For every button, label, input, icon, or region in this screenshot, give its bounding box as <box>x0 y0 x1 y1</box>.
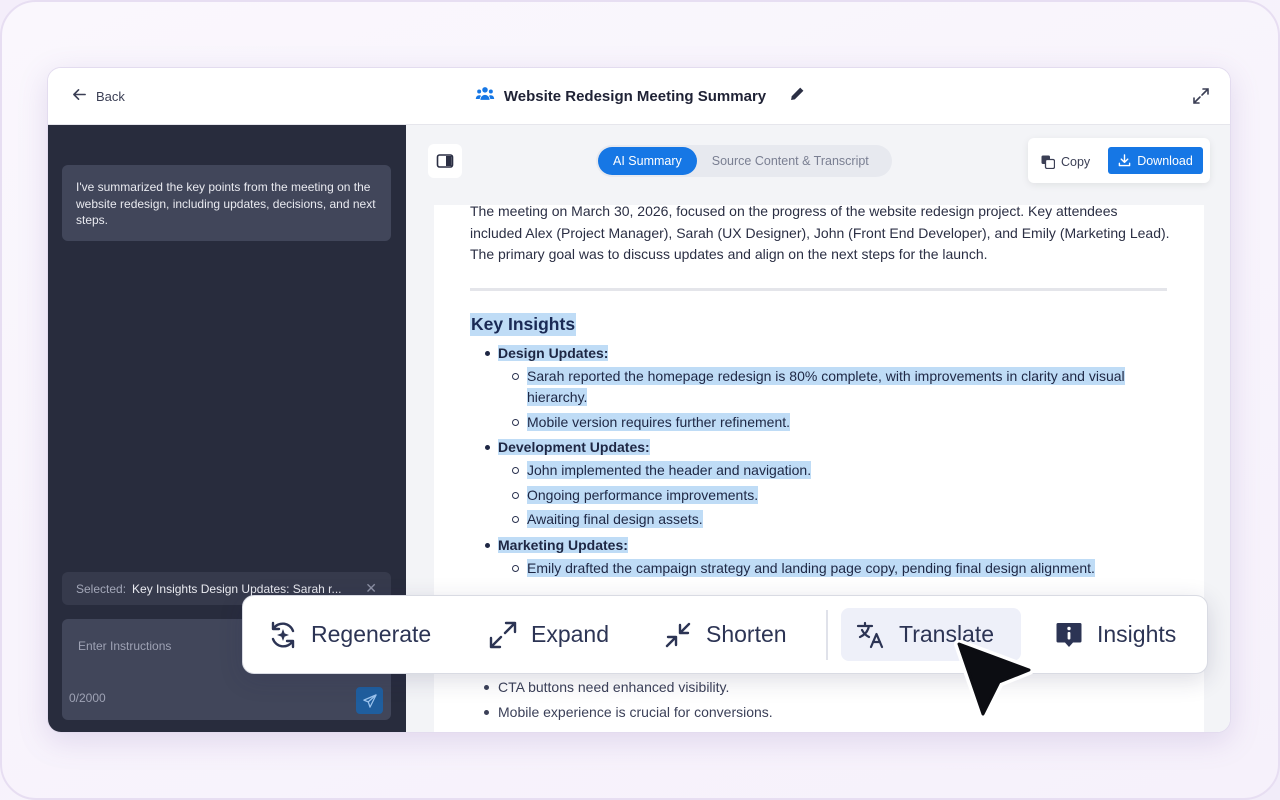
title-area: Website Redesign Meeting Summary <box>48 84 1230 109</box>
intro-paragraph: The meeting on March 30, 2026, focused o… <box>470 205 1170 262</box>
char-counter: 0/2000 <box>69 691 106 705</box>
list-item: Mobile version requires further refineme… <box>498 412 1170 434</box>
section-heading: Key Insights <box>470 312 577 336</box>
list-item: Sarah reported the homepage redesign is … <box>498 366 1170 409</box>
list-item-text: Awaiting final design assets. <box>527 510 703 528</box>
download-icon <box>1118 154 1131 167</box>
selected-value: Key Insights Design Updates: Sarah r... <box>132 581 342 596</box>
list-item-text: Sarah reported the homepage redesign is … <box>527 366 1125 406</box>
tab-ai-summary[interactable]: AI Summary <box>598 147 697 175</box>
copy-label: Copy <box>1061 154 1091 169</box>
download-button[interactable]: Download <box>1108 147 1203 174</box>
translate-icon <box>856 621 884 648</box>
list-item-text: Emily drafted the campaign strategy and … <box>527 558 1095 577</box>
insights-icon <box>1056 622 1082 647</box>
list-item: Ongoing performance improvements. <box>498 485 1170 507</box>
list-item: Mobile experience is crucial for convers… <box>484 702 1178 723</box>
view-tabs: AI Summary Source Content & Transcript <box>596 145 892 177</box>
insights-label: Insights <box>1097 621 1177 647</box>
expand-icon <box>489 621 517 648</box>
list-item: Awaiting final design assets. <box>498 509 1170 531</box>
list-item: Design Updates: Sarah reported the homep… <box>470 343 1170 434</box>
ai-action-toolbar: Regenerate Expand Shorten Translate Insi… <box>242 595 1208 674</box>
shorten-label: Shorten <box>706 621 787 647</box>
group-title: Design Updates: <box>498 344 609 361</box>
list-item-text: Ongoing performance improvements. <box>527 485 759 504</box>
regenerate-label: Regenerate <box>311 621 432 647</box>
panel-toggle-button[interactable] <box>428 144 462 178</box>
insights-list: Design Updates: Sarah reported the homep… <box>470 343 1170 580</box>
download-label: Download <box>1137 153 1193 168</box>
selected-label: Selected: <box>76 581 127 596</box>
copy-icon <box>1041 155 1055 169</box>
action-buttons: Copy Download <box>1028 138 1210 183</box>
users-group-icon <box>475 84 495 109</box>
regenerate-button[interactable]: Regenerate <box>253 608 445 661</box>
list-item: Marketing Updates: Emily drafted the cam… <box>470 535 1170 580</box>
list-item: Emily drafted the campaign strategy and … <box>498 558 1170 580</box>
top-bar: Back Website Redesign Meeting Summary <box>48 68 1230 125</box>
list-item-text: Mobile version requires further refineme… <box>527 412 791 431</box>
page-title: Website Redesign Meeting Summary <box>503 88 767 105</box>
translate-label: Translate <box>899 621 995 647</box>
regenerate-icon <box>271 621 295 648</box>
shorten-icon <box>665 622 691 647</box>
expand-window-icon[interactable] <box>1192 87 1210 105</box>
translate-button[interactable]: Translate <box>841 608 1021 661</box>
expand-label: Expand <box>531 621 610 647</box>
insights-button[interactable]: Insights <box>1039 608 1190 661</box>
tab-source-content[interactable]: Source Content & Transcript <box>697 147 884 175</box>
send-button[interactable] <box>356 687 383 714</box>
pencil-icon[interactable] <box>775 86 805 107</box>
toolbar-divider <box>826 610 828 660</box>
list-item-text: John implemented the header and navigati… <box>527 461 812 479</box>
group-title: Marketing Updates: <box>498 536 628 553</box>
expand-button[interactable]: Expand <box>473 608 623 661</box>
group-title: Development Updates: <box>498 439 650 455</box>
list-item: John implemented the header and navigati… <box>498 460 1170 482</box>
assistant-message: I've summarized the key points from the … <box>62 165 391 241</box>
sidebar-toggle-icon <box>436 154 454 168</box>
list-item: Development Updates: John implemented th… <box>470 437 1170 531</box>
section-divider <box>470 287 1167 291</box>
lower-list: CTA buttons need enhanced visibility. Mo… <box>484 677 1178 727</box>
list-item: CTA buttons need enhanced visibility. <box>484 677 1178 698</box>
copy-button[interactable]: Copy <box>1041 148 1090 175</box>
send-icon <box>362 693 377 708</box>
shorten-button[interactable]: Shorten <box>648 608 801 661</box>
document-body: The meeting on March 30, 2026, focused o… <box>470 205 1170 583</box>
